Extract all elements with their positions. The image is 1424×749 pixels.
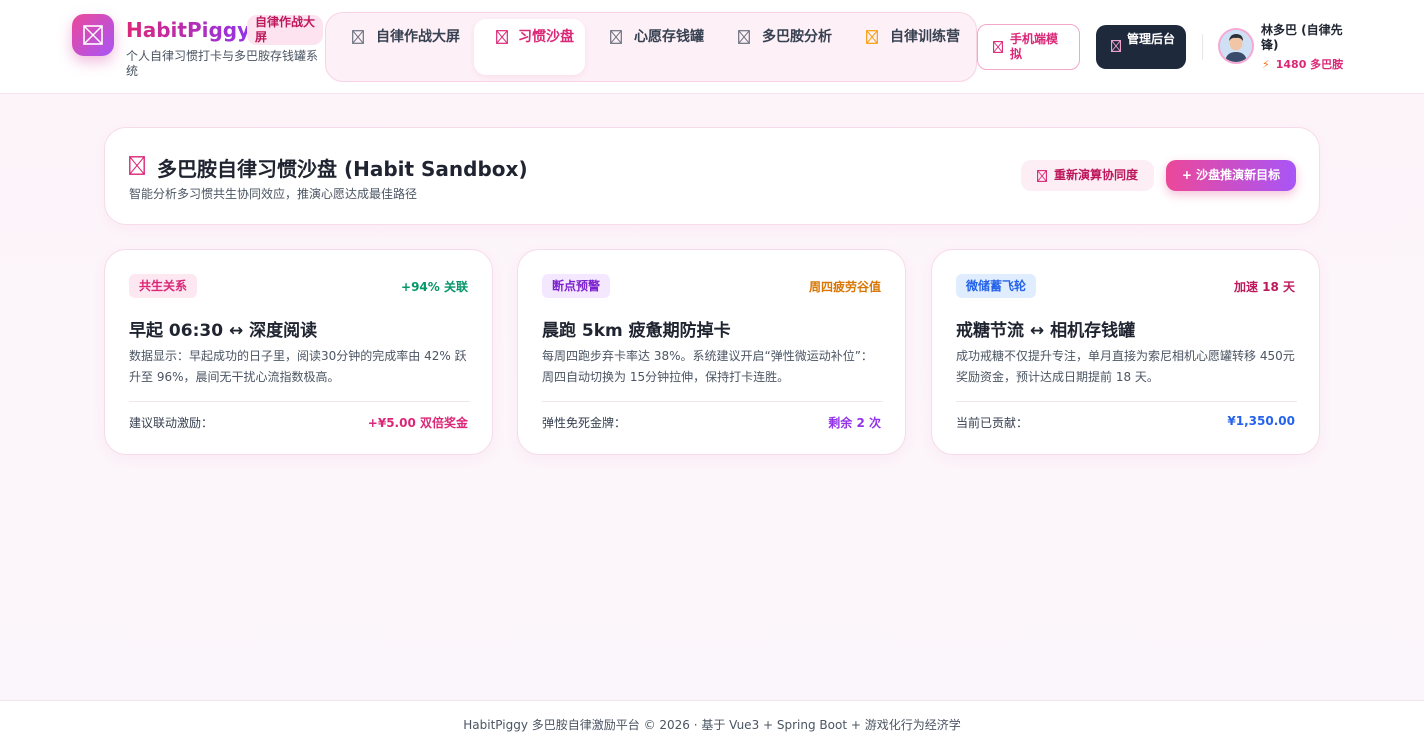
- insight-card-flywheel[interactable]: 微储蓄飞轮 加速 18 天 戒糖节流 ↔ 相机存钱罐 成功戒糖不仅提升专注，单月…: [931, 249, 1320, 455]
- new-goal-button[interactable]: + 沙盘推演新目标: [1166, 160, 1296, 191]
- card-divider: [542, 401, 883, 402]
- admin-icon: [1111, 40, 1121, 52]
- status-badge: 断点预警: [542, 274, 611, 298]
- status-badge: 微储蓄飞轮: [956, 274, 1037, 298]
- user-avatar-icon: [1220, 30, 1252, 62]
- mobile-simulator-button[interactable]: 手机端模拟: [977, 24, 1080, 70]
- insight-title: 晨跑 5km 疲惫期防掉卡: [542, 321, 731, 341]
- page-title: 多巴胺自律习惯沙盘 (Habit Sandbox): [129, 153, 528, 182]
- insight-title: 戒糖节流 ↔ 相机存钱罐: [956, 321, 1136, 341]
- mobile-button-label: 手机端模拟: [1010, 32, 1059, 61]
- page-subtitle: 智能分析多习惯共生协同效应，推演心愿达成最佳路径: [129, 187, 418, 201]
- brand-badge: 自律作战大屏: [247, 15, 323, 45]
- dopamine-points: ⚡ 1480 多巴胺: [1262, 56, 1343, 72]
- card-divider: [956, 401, 1297, 402]
- piggy-logo-icon: [83, 25, 103, 45]
- header-divider: [1202, 34, 1203, 60]
- card-divider: [129, 401, 470, 402]
- status-badge: 共生关系: [129, 274, 198, 298]
- sandbox-icon: [496, 30, 508, 44]
- contribution-value: ¥1,350.00: [1227, 414, 1295, 428]
- brand-name: HabitPiggy: [126, 18, 251, 42]
- tab-label: 自律训练营: [890, 29, 960, 45]
- points-value: 1480 多巴胺: [1275, 58, 1344, 71]
- user-name: 林多巴 (自律先锋): [1261, 23, 1343, 52]
- tab-label: 多巴胺分析: [762, 29, 832, 45]
- recalc-label: 重新演算协同度: [1054, 168, 1139, 182]
- tab-label: 习惯沙盘: [518, 29, 574, 45]
- main-nav: 自律作战大屏 习惯沙盘 心愿存钱罐 多巴胺分析 自律训练营: [325, 12, 977, 82]
- insight-description: 数据显示：早起成功的日子里，阅读30分钟的完成率由 42% 跃升至 96%，晨间…: [129, 349, 467, 384]
- reward-value: +¥5.00 双倍奖金: [367, 416, 468, 430]
- refresh-icon: [1037, 170, 1047, 182]
- footer-text: HabitPiggy 多巴胺自律激励平台 © 2026 · 基于 Vue3 + …: [463, 718, 961, 732]
- tab-label: 自律作战大屏: [376, 29, 460, 45]
- exemption-value: 剩余 2 次: [828, 416, 881, 430]
- tab-wish-jar[interactable]: 心愿存钱罐: [610, 19, 710, 75]
- contribution-label: 当前已贡献：: [956, 416, 1029, 430]
- reward-label: 建议联动激励：: [129, 416, 214, 430]
- acceleration-metric: 加速 18 天: [1233, 280, 1295, 294]
- wish-jar-icon: [610, 30, 622, 44]
- avatar[interactable]: [1218, 28, 1254, 64]
- tab-training-camp[interactable]: 自律训练营: [866, 19, 966, 75]
- tab-dashboard[interactable]: 自律作战大屏: [352, 19, 464, 75]
- exemption-label: 弹性免死金牌：: [542, 416, 627, 430]
- admin-button-label: 管理后台: [1127, 32, 1176, 46]
- dashboard-icon: [352, 30, 364, 44]
- analysis-icon: [738, 30, 750, 44]
- brand-subtitle: 个人自律习惯打卡与多巴胺存钱罐系统: [126, 49, 319, 78]
- bolt-icon: ⚡: [1262, 58, 1270, 71]
- insight-card-synergy[interactable]: 共生关系 +94% 关联 早起 06:30 ↔ 深度阅读 数据显示：早起成功的日…: [104, 249, 493, 455]
- page-footer: HabitPiggy 多巴胺自律激励平台 © 2026 · 基于 Vue3 + …: [0, 700, 1424, 749]
- correlation-metric: +94% 关联: [401, 280, 468, 294]
- tab-dopamine-analysis[interactable]: 多巴胺分析: [738, 19, 838, 75]
- page-title-text: 多巴胺自律习惯沙盘 (Habit Sandbox): [157, 157, 528, 181]
- admin-button[interactable]: 管理后台: [1096, 25, 1186, 69]
- insight-description: 每周四跑步弃卡率达 38%。系统建议开启“弹性微运动补位”：周四自动切换为 15…: [542, 349, 873, 384]
- insight-description: 成功戒糖不仅提升专注，单月直接为索尼相机心愿罐转移 450元奖励资金，预计达成日…: [956, 349, 1295, 384]
- insight-title: 早起 06:30 ↔ 深度阅读: [129, 321, 318, 341]
- top-header: HabitPiggy 自律作战大屏 个人自律习惯打卡与多巴胺存钱罐系统 自律作战…: [0, 0, 1424, 94]
- app-logo[interactable]: [72, 14, 114, 56]
- tab-label: 心愿存钱罐: [634, 29, 704, 45]
- insight-card-breakpoint[interactable]: 断点预警 周四疲劳谷值 晨跑 5km 疲惫期防掉卡 每周四跑步弃卡率达 38%。…: [517, 249, 906, 455]
- sandbox-title-icon: [129, 156, 145, 175]
- phone-icon: [993, 41, 1003, 53]
- recalculate-synergy-button[interactable]: 重新演算协同度: [1021, 160, 1154, 191]
- training-icon: [866, 30, 878, 44]
- sandbox-header-card: 多巴胺自律习惯沙盘 (Habit Sandbox) 智能分析多习惯共生协同效应，…: [104, 127, 1320, 225]
- fatigue-metric: 周四疲劳谷值: [808, 280, 881, 294]
- tab-habit-sandbox[interactable]: 习惯沙盘: [474, 19, 585, 75]
